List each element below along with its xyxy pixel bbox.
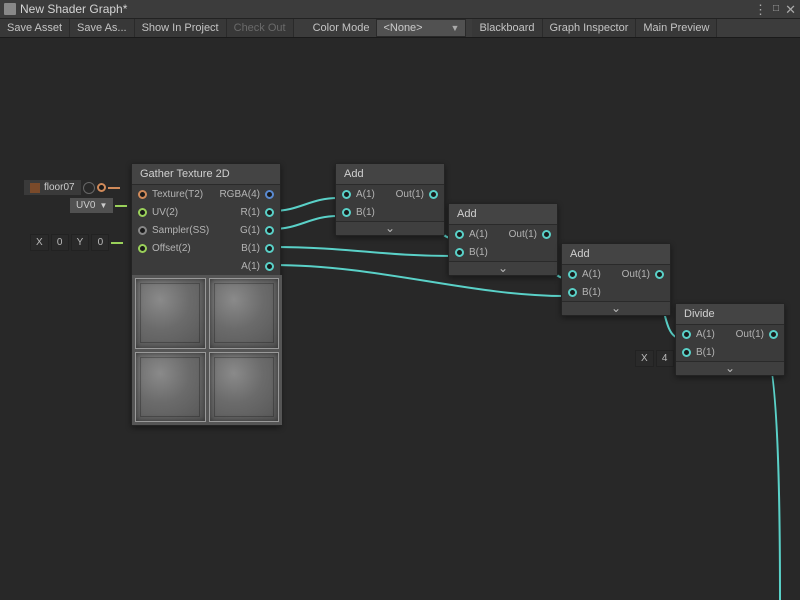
node-title[interactable]: Add xyxy=(336,164,444,185)
graph-canvas[interactable]: floor07 UV0 ▼ X 0 Y 0 Gather Texture 2D T… xyxy=(0,38,800,600)
more-icon[interactable]: ⋮ xyxy=(754,3,767,16)
color-mode-label: Color Mode xyxy=(306,19,377,37)
texture-swatch-icon xyxy=(30,183,40,193)
port-b-in[interactable] xyxy=(342,208,351,217)
collapse-toggle[interactable]: ⌄ xyxy=(449,261,557,275)
port-a-in[interactable] xyxy=(682,330,691,339)
collapse-toggle[interactable]: ⌄ xyxy=(336,221,444,235)
collapse-toggle[interactable]: ⌄ xyxy=(676,361,784,375)
node-divide[interactable]: Divide A(1) Out(1) B(1) ⌄ xyxy=(675,303,785,376)
port-b-in[interactable] xyxy=(568,288,577,297)
port-a-in[interactable] xyxy=(455,230,464,239)
port-uv-in[interactable] xyxy=(138,208,147,217)
node-preview xyxy=(132,275,282,425)
port-a-in[interactable] xyxy=(568,270,577,279)
port-a-in[interactable] xyxy=(342,190,351,199)
port-b-in[interactable] xyxy=(682,348,691,357)
port-b-in[interactable] xyxy=(455,248,464,257)
maximize-icon[interactable]: □ xyxy=(773,4,779,14)
node-title[interactable]: Add xyxy=(449,204,557,225)
toolbar: Save Asset Save As... Show In Project Ch… xyxy=(0,19,800,38)
texture-input-field[interactable]: floor07 xyxy=(24,180,120,195)
chevron-down-icon: ▼ xyxy=(451,23,460,33)
object-picker-icon[interactable] xyxy=(83,182,95,194)
app-icon xyxy=(4,3,16,15)
port-b-out[interactable] xyxy=(265,244,274,253)
port-a-out[interactable] xyxy=(265,262,274,271)
port-sampler-in[interactable] xyxy=(138,226,147,235)
offset-x-value[interactable]: 0 xyxy=(51,234,69,251)
color-mode-dropdown[interactable]: <None> ▼ xyxy=(376,19,466,37)
offset-field[interactable]: X 0 Y 0 xyxy=(30,234,123,251)
divide-b-value[interactable]: 4 xyxy=(656,350,674,367)
check-out-button: Check Out xyxy=(227,19,294,37)
node-title[interactable]: Divide xyxy=(676,304,784,325)
port-out[interactable] xyxy=(542,230,551,239)
blackboard-button[interactable]: Blackboard xyxy=(472,19,542,37)
chevron-down-icon: ▼ xyxy=(99,201,107,210)
node-title[interactable]: Gather Texture 2D xyxy=(132,164,280,185)
node-add-3[interactable]: Add A(1) Out(1) B(1) ⌄ xyxy=(561,243,671,316)
node-add-1[interactable]: Add A(1) Out(1) B(1) ⌄ xyxy=(335,163,445,236)
offset-x-label: X xyxy=(30,234,49,251)
texture-ref-value: floor07 xyxy=(44,182,75,193)
node-gather-texture-2d[interactable]: Gather Texture 2D Texture(T2) RGBA(4) UV… xyxy=(131,163,281,426)
divide-b-label: X xyxy=(635,350,654,367)
window-title: New Shader Graph* xyxy=(20,2,754,16)
collapse-toggle[interactable]: ⌄ xyxy=(562,301,670,315)
graph-inspector-button[interactable]: Graph Inspector xyxy=(543,19,637,37)
main-preview-button[interactable]: Main Preview xyxy=(636,19,717,37)
offset-y-label: Y xyxy=(71,234,90,251)
uv-select-value: UV0 xyxy=(76,200,95,211)
node-title[interactable]: Add xyxy=(562,244,670,265)
save-asset-button[interactable]: Save Asset xyxy=(0,19,70,37)
port-texture-in[interactable] xyxy=(138,190,147,199)
show-in-project-button[interactable]: Show In Project xyxy=(135,19,227,37)
title-bar: New Shader Graph* ⋮ □ ✕ xyxy=(0,0,800,19)
port-g-out[interactable] xyxy=(265,226,274,235)
close-icon[interactable]: ✕ xyxy=(785,3,796,16)
port-out[interactable] xyxy=(769,330,778,339)
offset-y-value[interactable]: 0 xyxy=(91,234,109,251)
color-mode-value: <None> xyxy=(383,22,422,34)
save-as-button[interactable]: Save As... xyxy=(70,19,135,37)
port-out[interactable] xyxy=(429,190,438,199)
port-rgba-out[interactable] xyxy=(265,190,274,199)
port-r-out[interactable] xyxy=(265,208,274,217)
node-add-2[interactable]: Add A(1) Out(1) B(1) ⌄ xyxy=(448,203,558,276)
port-offset-in[interactable] xyxy=(138,244,147,253)
uv-select-field[interactable]: UV0 ▼ xyxy=(70,198,127,213)
divide-b-field[interactable]: X 4 xyxy=(635,350,674,367)
port-out[interactable] xyxy=(655,270,664,279)
